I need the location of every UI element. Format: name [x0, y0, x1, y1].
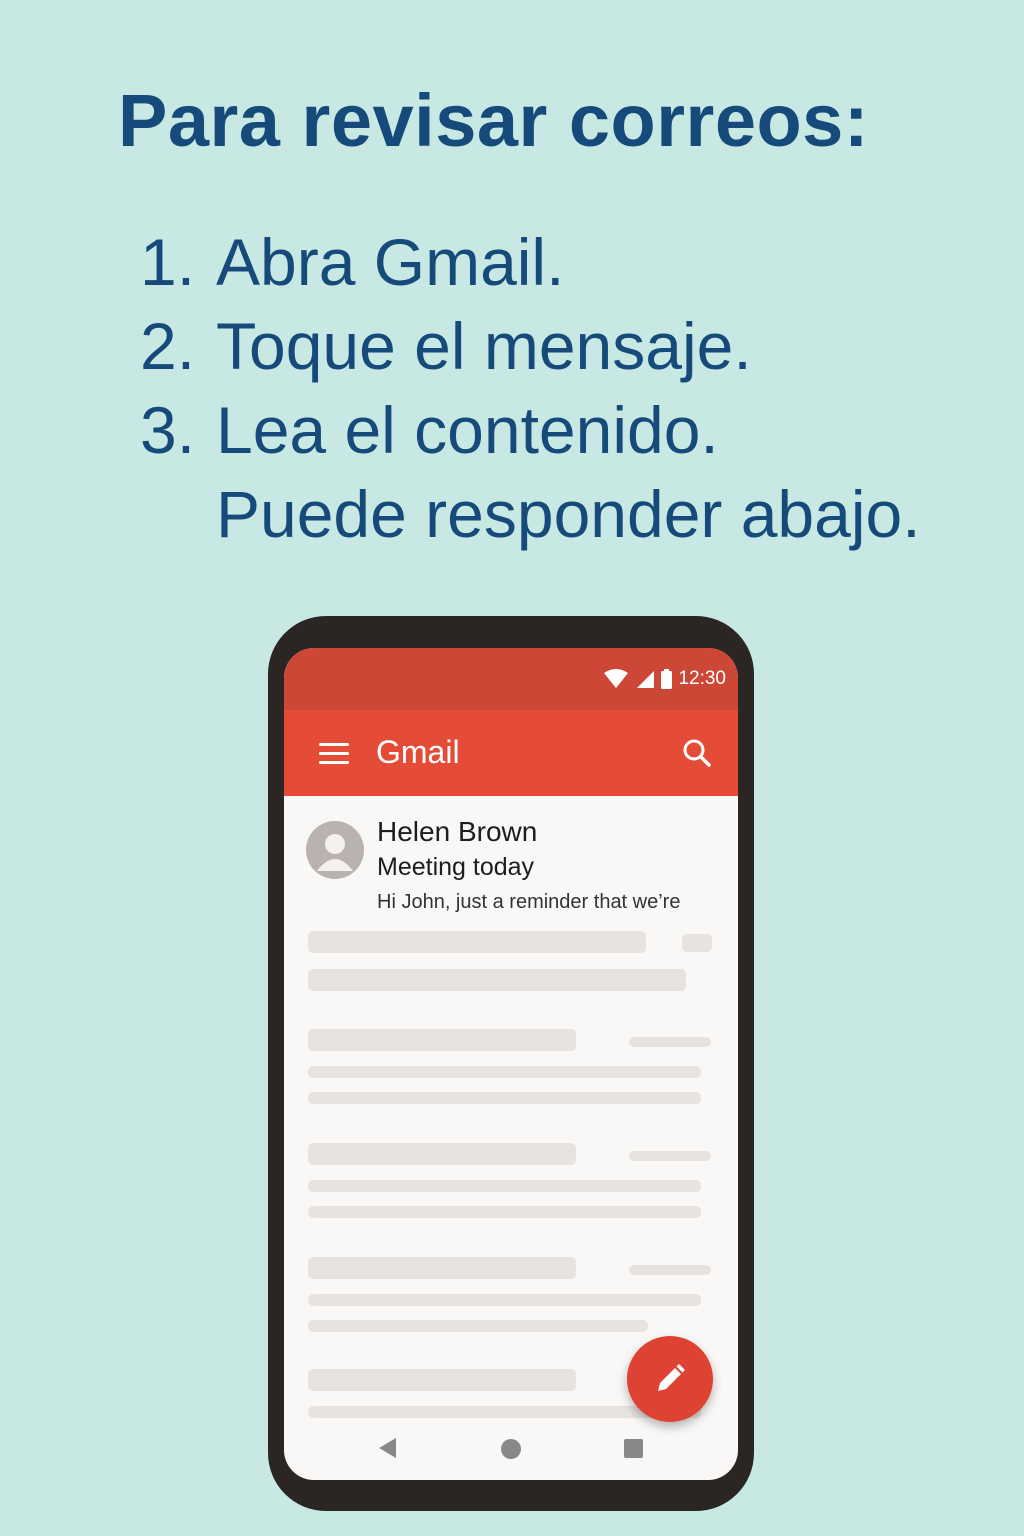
placeholder-line [308, 1257, 576, 1279]
steps-list: 1. Abra Gmail. 2. Toque el mensaje. 3. Lea … [140, 220, 1000, 556]
status-bar: 12:30 [284, 648, 738, 710]
placeholder-line [629, 1151, 711, 1161]
placeholder-line [308, 1294, 701, 1306]
step-3: 3. Lea el contenido. [140, 388, 1000, 472]
placeholder-line [308, 1320, 648, 1332]
step-number: 3. [140, 393, 196, 467]
placeholder-line [629, 1037, 711, 1047]
nav-bar [284, 1420, 738, 1480]
step-number: 2. [140, 309, 196, 383]
app-bar: Gmail [284, 710, 738, 796]
step-number: 1. [140, 225, 196, 299]
avatar-icon [306, 821, 364, 879]
page-title: Para revisar correos: [118, 79, 869, 162]
signal-icon [637, 671, 655, 688]
step-3-continuation: Puede responder abajo. [216, 477, 921, 551]
email-sender: Helen Brown [377, 816, 538, 847]
email-subject: Meeting today [377, 853, 535, 881]
phone-illustration: 12:30 Gmail Helen Brown Meeting today Hi… [268, 616, 754, 1511]
menu-icon[interactable] [319, 743, 349, 765]
email-snippet: Hi John, just a reminder that we’re [377, 891, 681, 913]
pencil-icon [658, 1364, 685, 1391]
compose-button[interactable] [627, 1336, 713, 1422]
app-title: Gmail [376, 734, 460, 770]
step-text: Lea el contenido. [216, 393, 719, 467]
email-list-item[interactable]: Helen Brown Meeting today Hi John, just … [284, 796, 738, 924]
placeholder-line [682, 934, 712, 952]
placeholder-line [308, 1029, 576, 1051]
step-2: 2. Toque el mensaje. [140, 304, 1000, 388]
placeholder-line [308, 1143, 576, 1165]
placeholder-line [308, 1066, 701, 1078]
search-icon[interactable] [682, 738, 712, 768]
recents-icon[interactable] [624, 1439, 643, 1458]
step-text: Abra Gmail. [216, 225, 565, 299]
phone-screen: 12:30 Gmail Helen Brown Meeting today Hi… [284, 648, 738, 1480]
step-1: 1. Abra Gmail. [140, 220, 1000, 304]
placeholder-line [308, 1092, 701, 1104]
placeholder-line [308, 1369, 576, 1391]
status-time: 12:30 [678, 668, 726, 689]
battery-icon [661, 669, 673, 689]
home-icon[interactable] [501, 1439, 521, 1459]
placeholder-line [308, 931, 646, 953]
step-text: Toque el mensaje. [216, 309, 752, 383]
placeholder-line [308, 969, 686, 991]
placeholder-line [629, 1265, 711, 1275]
back-icon[interactable] [379, 1438, 396, 1458]
placeholder-line [308, 1206, 701, 1218]
placeholder-line [308, 1180, 701, 1192]
wifi-icon [604, 669, 629, 688]
